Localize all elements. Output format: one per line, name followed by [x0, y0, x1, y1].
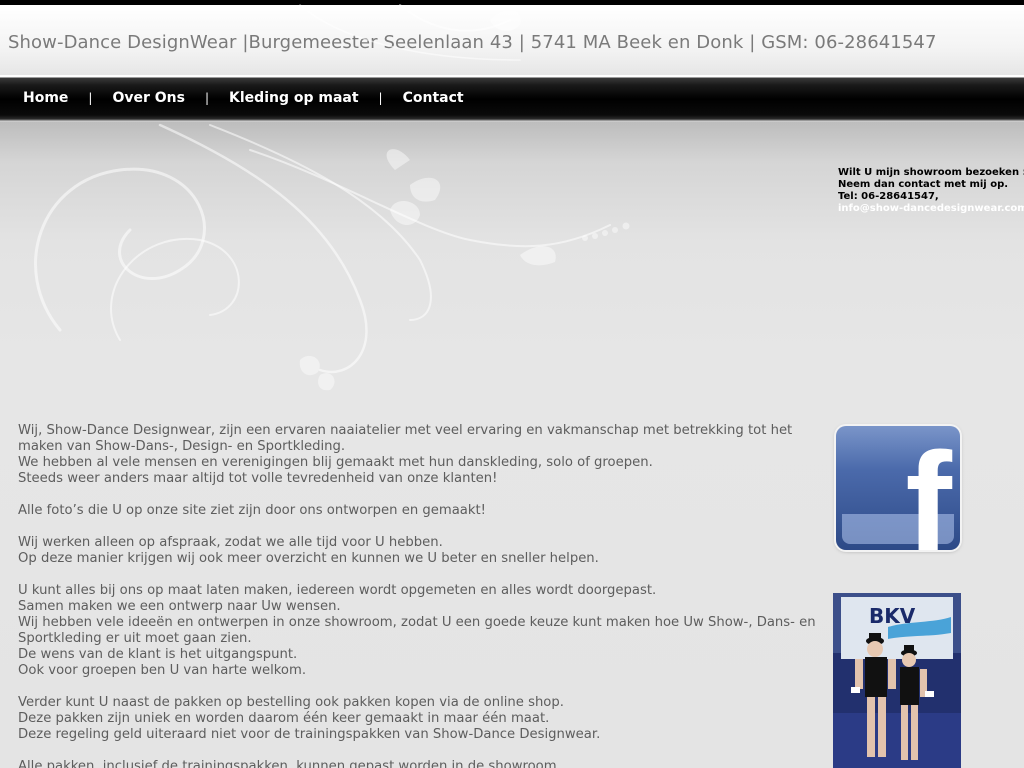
paragraph-line: Steeds weer anders maar altijd tot volle… — [18, 471, 498, 486]
site-title: Show-Dance DesignWear |Burgemeester Seel… — [8, 32, 937, 53]
showroom-invite-text: Wilt U mijn showroom bezoeken : — [838, 167, 1024, 178]
dancers-photo: BKV — [833, 593, 961, 768]
nav-item-kleding-op-maat[interactable]: Kleding op maat — [229, 90, 359, 106]
paragraph-line: Wij hebben vele ideeën en ontwerpen in o… — [18, 615, 816, 646]
showroom-contact-box: Wilt U mijn showroom bezoeken : Neem dan… — [838, 167, 1024, 215]
facebook-icon[interactable]: f — [836, 426, 960, 550]
nav-item-over-ons[interactable]: Over Ons — [112, 90, 185, 106]
facebook-f-glyph: f — [905, 426, 952, 551]
paragraph-line: Alle foto’s die U op onze site ziet zijn… — [18, 503, 486, 518]
paragraph-line: Samen maken we een ontwerp naar Uw wense… — [18, 599, 341, 614]
appointment-paragraph: Wij werken alleen op afspraak, zodat we … — [18, 535, 818, 567]
paragraph-line: Op deze manier krijgen wij ook meer over… — [18, 551, 599, 566]
nav-separator: | — [378, 91, 383, 105]
nav-item-contact[interactable]: Contact — [403, 90, 464, 106]
paragraph-line: Deze regeling geld uiteraard niet voor d… — [18, 727, 601, 742]
main-content-text: Wij, Show-Dance Designwear, zijn een erv… — [18, 423, 818, 768]
paragraph-line: U kunt alles bij ons op maat laten maken… — [18, 583, 657, 598]
paragraph-line: Ook voor groepen ben U van harte welkom. — [18, 663, 307, 678]
nav-item-home[interactable]: Home — [23, 90, 68, 106]
paragraph-line: Wij werken alleen op afspraak, zodat we … — [18, 535, 443, 550]
contact-instruction-text: Neem dan contact met mij op. — [838, 179, 1009, 190]
nav-separator: | — [88, 91, 93, 105]
fitting-paragraph: Alle pakken, inclusief de trainingspakke… — [18, 759, 818, 768]
photos-paragraph: Alle foto’s die U op onze site ziet zijn… — [18, 503, 818, 519]
nav-menu: Home | Over Ons | Kleding op maat | Cont… — [23, 90, 464, 106]
intro-paragraph: Wij, Show-Dance Designwear, zijn een erv… — [18, 423, 818, 487]
online-shop-paragraph: Verder kunt U naast de pakken op bestell… — [18, 695, 818, 743]
phone-number-text: Tel: 06-28641547, — [838, 191, 939, 202]
dancers-photo-drawing: BKV — [833, 593, 961, 768]
header: Show-Dance DesignWear |Burgemeester Seel… — [0, 5, 1024, 75]
paragraph-line: De wens van de klant is het uitgangspunt… — [18, 647, 298, 662]
nav-separator: | — [204, 91, 210, 105]
paragraph-line: Wij, Show-Dance Designwear, zijn een erv… — [18, 423, 793, 454]
paragraph-line: Deze pakken zijn uniek en worden daarom … — [18, 711, 550, 726]
paragraph-line: Verder kunt U naast de pakken op bestell… — [18, 695, 564, 710]
custom-made-paragraph: U kunt alles bij ons op maat laten maken… — [18, 583, 818, 679]
paragraph-line: We hebben al vele mensen en verenigingen… — [18, 455, 653, 470]
paragraph-line: Alle pakken, inclusief de trainingspakke… — [18, 759, 561, 768]
main-navigation: Home | Over Ons | Kleding op maat | Cont… — [0, 75, 1024, 122]
email-link[interactable]: info@show-dancedesignwear.com — [838, 203, 1024, 215]
